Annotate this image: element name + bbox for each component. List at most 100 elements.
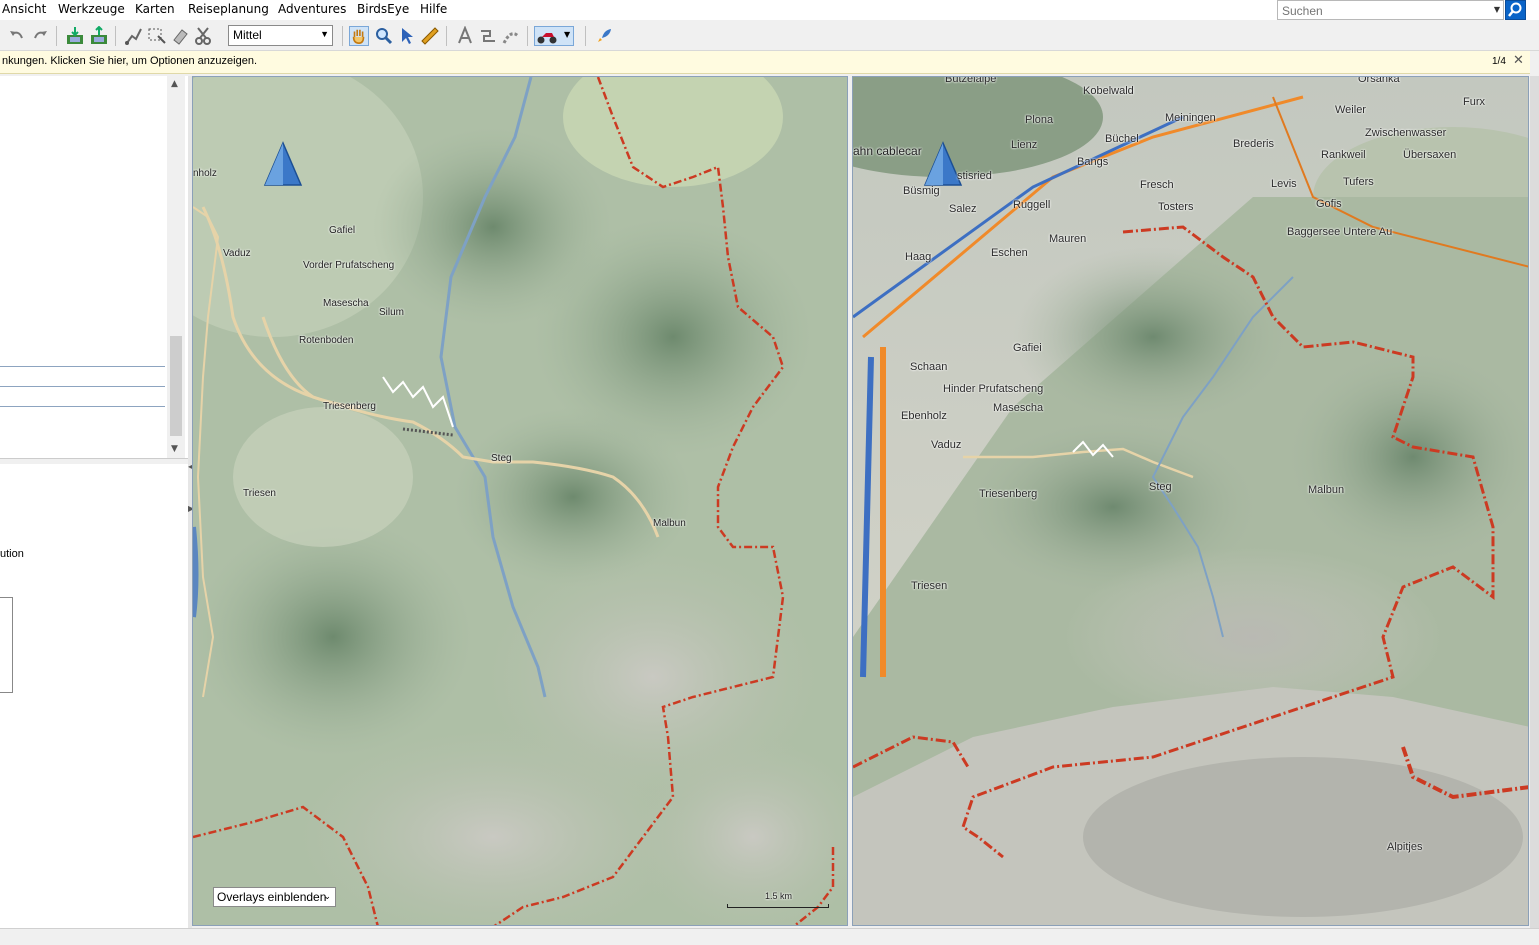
zoom-icon[interactable]	[374, 26, 394, 46]
right-edge-panel	[1530, 76, 1539, 928]
eraser-icon[interactable]	[170, 26, 190, 46]
map-label: Mauren	[1049, 233, 1087, 245]
map-label: Triesenberg	[323, 401, 376, 412]
close-icon[interactable]: ✕	[1513, 53, 1524, 68]
map-label: Alpitjes	[1387, 841, 1423, 853]
map-label: Weiler	[1335, 104, 1366, 116]
new-route-icon[interactable]	[124, 26, 144, 46]
map-label: Butzelalpe	[945, 76, 997, 85]
map-label: nholz	[193, 168, 217, 179]
map-label: Plona	[1025, 114, 1054, 126]
menu-werkzeuge[interactable]: Werkzeuge	[58, 2, 125, 16]
panel-splitter[interactable]	[0, 458, 188, 464]
map-label: Eschen	[991, 247, 1028, 259]
waypoint-icon[interactable]	[455, 26, 475, 46]
map-label: Büchel	[1105, 133, 1139, 145]
toolbar: Mittel ▼ ▼	[0, 22, 1539, 51]
map-label: Steg	[1149, 481, 1172, 493]
map-label: Furx	[1463, 96, 1485, 108]
menu-hilfe[interactable]: Hilfe	[420, 2, 447, 16]
map-label: ahn cablecar	[853, 144, 922, 158]
overlay-dropdown-label: Overlays einblenden	[217, 890, 327, 904]
map-label: Gafiei	[1013, 342, 1042, 354]
scroll-down-icon[interactable]: ▼	[171, 444, 178, 454]
left-panel: ▲ ▼ ution	[0, 76, 188, 928]
map-3d-view[interactable]: Butzelalpe Kobelwald Orsanka Furx Plona …	[852, 76, 1529, 926]
info-bar-message[interactable]: nkungen. Klicken Sie hier, um Optionen a…	[2, 55, 257, 67]
map-label: Rotenboden	[299, 335, 354, 346]
search-input[interactable]	[1278, 1, 1494, 21]
map-label: Bangs	[1077, 156, 1109, 168]
detail-level-select[interactable]: Mittel ▼	[228, 25, 333, 46]
map-2d-terrain	[193, 77, 847, 925]
dropdown-arrow-icon: ▼	[564, 30, 571, 39]
route-icon[interactable]	[478, 26, 498, 46]
panel-box	[0, 597, 13, 693]
map-2d-view[interactable]: nholz Vaduz Gafiel Vorder Prufatscheng M…	[192, 76, 848, 926]
map-label: Kobelwald	[1083, 85, 1134, 97]
menu-adventures[interactable]: Adventures	[278, 2, 346, 16]
detail-level-value: Mittel	[233, 28, 262, 42]
rocket-icon[interactable]	[594, 26, 614, 46]
redo-icon[interactable]	[30, 26, 50, 46]
map-label: Vorder Prufatscheng	[303, 260, 395, 271]
map-label: Masescha	[323, 298, 369, 309]
map-label: Meiningen	[1165, 112, 1216, 124]
search-button[interactable]	[1505, 0, 1526, 20]
vehicle-profile-button[interactable]: ▼	[534, 26, 574, 46]
map-label: Tufers	[1343, 176, 1374, 188]
overlay-dropdown[interactable]: Overlays einblenden ⌄	[213, 887, 336, 907]
map-label: Haag	[905, 251, 932, 263]
map-label: Übersaxen	[1403, 149, 1457, 161]
hand-pan-icon[interactable]	[349, 26, 369, 46]
measure-ruler-icon[interactable]	[420, 26, 440, 46]
chevron-down-icon: ▼	[320, 29, 329, 39]
map-label: Rankweil	[1321, 149, 1366, 161]
map-label: Schaan	[910, 361, 948, 373]
map-label: Gafiel	[329, 225, 356, 236]
map-label: Gofis	[1316, 198, 1342, 210]
map-label: Baggersee Untere Au	[1287, 226, 1393, 238]
panel-text: ution	[0, 548, 24, 560]
scrollbar-thumb[interactable]	[170, 336, 182, 436]
scale-label: 1.5 km	[765, 891, 793, 901]
undo-icon[interactable]	[7, 26, 27, 46]
map-label: stisried	[957, 170, 992, 182]
scissors-icon[interactable]	[193, 26, 213, 46]
vehicle-profile-icon	[537, 33, 557, 44]
map-label: Levis	[1271, 178, 1297, 190]
select-arrow-icon[interactable]	[397, 26, 417, 46]
menu-ansicht[interactable]: Ansicht	[2, 2, 46, 16]
map-label: Ebenholz	[901, 410, 947, 422]
map-label: Ruggell	[1013, 199, 1051, 211]
chevron-down-icon: ⌄	[323, 891, 331, 901]
scroll-up-icon[interactable]: ▲	[171, 79, 178, 89]
divider	[0, 406, 165, 407]
search-icon	[1508, 2, 1522, 17]
status-bar	[0, 928, 1539, 945]
map-label: Büsmig	[903, 185, 940, 197]
map-label: Triesenberg	[979, 488, 1038, 500]
send-to-device-icon[interactable]	[65, 26, 85, 46]
track-icon[interactable]	[501, 26, 521, 46]
menu-karten[interactable]: Karten	[135, 2, 175, 16]
map-label: Lienz	[1011, 139, 1038, 151]
select-area-icon[interactable]	[147, 26, 167, 46]
menu-reiseplanung[interactable]: Reiseplanung	[188, 2, 269, 16]
map-label: Tosters	[1158, 201, 1194, 213]
search-box: ▼	[1277, 0, 1504, 21]
map-label: Hinder Prufatscheng	[943, 383, 1044, 395]
info-bar[interactable]: nkungen. Klicken Sie hier, um Optionen a…	[0, 51, 1530, 74]
map-label: Orsanka	[1358, 76, 1400, 85]
map-label: Vaduz	[931, 439, 962, 451]
map-label: Malbun	[653, 518, 686, 529]
chevron-down-icon[interactable]: ▼	[1494, 5, 1500, 14]
receive-from-device-icon[interactable]	[89, 26, 109, 46]
map-label: Fresch	[1140, 179, 1174, 191]
map-label: Steg	[491, 453, 512, 464]
map-label: Brederis	[1233, 138, 1274, 150]
menu-birdseye[interactable]: BirdsEye	[357, 2, 409, 16]
map-label: Zwischenwasser	[1365, 127, 1447, 139]
map-label: Vaduz	[223, 248, 251, 259]
map-label: Silum	[379, 307, 405, 318]
